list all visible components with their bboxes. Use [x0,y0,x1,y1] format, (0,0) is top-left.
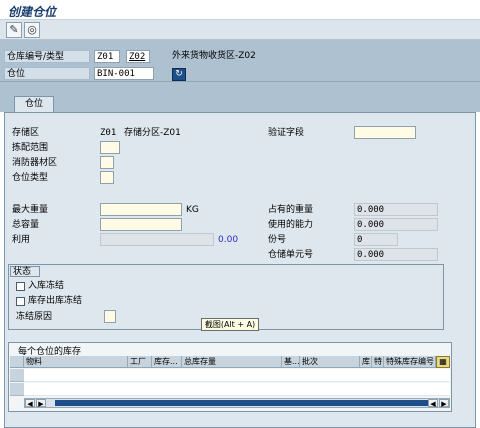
scrollbar-thumb[interactable] [55,400,437,406]
page-title: 创建仓位 [8,5,57,19]
total-capacity-label: 总容量 [12,220,40,230]
putaway-block-label: 入库冻结 [28,281,65,291]
putaway-block-checkbox[interactable] [16,282,25,291]
tab-bin[interactable]: 仓位 [14,96,54,112]
storage-units-field: 0.000 [354,248,438,261]
scroll-right-small-icon[interactable]: ▶ [36,399,46,408]
max-weight-field[interactable] [100,203,182,216]
quant-count-field: 0 [354,233,398,246]
status-group-title: 状态 [10,266,40,277]
table-horizontal-scrollbar[interactable]: ◀ ▶ ◀ ▶ [24,398,450,408]
bin-type-field[interactable] [100,171,114,184]
bin-type-label: 仓位类型 [12,173,49,183]
column-header-special-stock-number[interactable]: 特殊库存编号 [384,356,436,368]
table-settings-icon[interactable]: ▦ [436,356,450,368]
quant-count-label: 份号 [268,235,287,245]
scroll-right-icon[interactable]: ▶ [439,399,449,408]
pencil-icon[interactable]: ✎ [6,22,22,38]
column-header-storage-location[interactable]: 库存... [152,356,182,368]
header-area: 仓库编号/类型 Z01 Z02 外来货物收货区-Z02 仓位 BIN-001 [0,40,480,82]
fire-area-label: 消防器材区 [12,158,58,168]
bin-field[interactable]: BIN-001 [94,67,154,80]
removal-block-label: 库存出库冻结 [28,296,83,306]
glasses-icon[interactable]: ◎ [24,22,40,38]
utilization-field [100,233,214,246]
scroll-left-icon[interactable]: ◀ [25,399,35,408]
occupied-weight-field: 0.000 [354,203,438,216]
max-weight-label: 最大重量 [12,205,49,215]
bin-label: 仓位 [4,67,90,80]
picking-area-field[interactable] [100,141,120,154]
removal-block-checkbox[interactable] [16,297,25,306]
column-header-special-stock[interactable]: 特 [372,356,384,368]
occupied-weight-label: 占有的重量 [268,205,314,215]
storage-section-value: Z01 [100,128,117,138]
tab-strip: 仓位 [0,82,480,112]
used-capacity-label: 使用的能力 [268,220,314,230]
table-row[interactable] [24,383,450,396]
storage-type-field[interactable]: Z02 [126,50,150,63]
column-header-material[interactable]: 物料 [24,356,128,368]
storage-units-label: 仓储单元号 [268,250,314,260]
row-selector-header[interactable] [10,356,24,368]
stock-table-header: 物料 工厂 库存... 总库存量 基... 批次 库 特 特殊库存编号 [10,356,450,368]
title-bar: 创建仓位 [0,0,480,20]
picking-area-label: 拣配范围 [12,143,49,153]
utilization-label: 利用 [12,235,31,245]
column-header-base-unit[interactable]: 基... [282,356,300,368]
storage-section-description: 存储分区-Z01 [124,128,181,138]
used-capacity-field: 0.000 [354,218,438,231]
column-header-total-stock[interactable]: 总库存量 [182,356,282,368]
weight-unit: KG [186,205,199,215]
verification-field[interactable] [354,126,416,139]
column-header-plant[interactable]: 工厂 [128,356,152,368]
block-reason-field[interactable] [104,310,116,323]
storage-type-description: 外来货物收货区-Z02 [172,51,256,61]
row-selector[interactable] [10,369,24,382]
total-capacity-field[interactable] [100,218,182,231]
fire-area-field[interactable] [100,156,114,169]
table-row[interactable] [24,369,450,382]
application-toolbar: ✎ ◎ [0,20,480,40]
verification-label: 验证字段 [268,128,305,138]
utilization-value: 0.00 [218,235,239,245]
storage-section-label: 存储区 [12,128,40,138]
block-reason-label: 冻结原因 [16,312,53,322]
refresh-icon[interactable]: ↻ [172,68,186,81]
column-header-stock-category[interactable]: 库 [360,356,372,368]
scroll-left-end-icon[interactable]: ◀ [428,399,438,408]
column-header-batch[interactable]: 批次 [300,356,360,368]
warehouse-label: 仓库编号/类型 [4,50,90,63]
warehouse-number-field[interactable]: Z01 [94,50,120,63]
row-selector[interactable] [10,383,24,396]
tooltip: 截图(Alt + A) [201,318,259,331]
